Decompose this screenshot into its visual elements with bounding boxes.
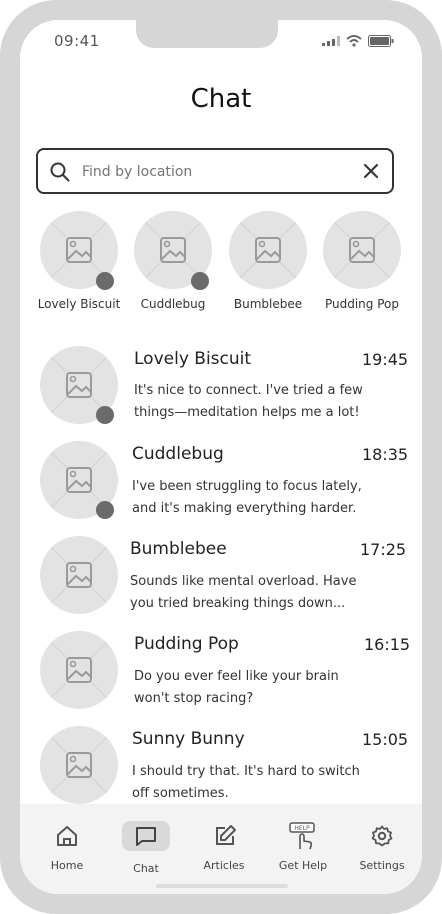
tab-chat[interactable]: Chat — [101, 804, 181, 884]
chat-time: 18:35 — [362, 445, 409, 464]
chat-preview-line: It's nice to connect. I've tried a few — [134, 383, 363, 398]
chat-time: 16:15 — [364, 635, 411, 654]
tab-get-help[interactable]: HELP Get Help — [263, 804, 343, 884]
chat-name: Lovely Biscuit — [134, 349, 252, 369]
online-indicator — [96, 501, 114, 519]
notch — [136, 20, 278, 48]
chat-avatar — [40, 631, 118, 709]
search-icon — [50, 162, 70, 182]
status-icons — [322, 35, 394, 47]
chat-name: Sunny Bunny — [132, 729, 245, 749]
chat-preview-line: Do you ever feel like your brain — [134, 669, 339, 684]
story-name: Lovely Biscuit — [37, 297, 121, 311]
chat-preview-line: I've been struggling to focus lately, — [132, 479, 362, 494]
chat-preview-line: you tried breaking things down... — [130, 596, 346, 611]
image-placeholder-icon — [40, 631, 118, 709]
online-indicator — [96, 272, 114, 290]
chat-time: 15:05 — [362, 730, 409, 749]
story-name: Pudding Pop — [324, 297, 399, 311]
close-icon[interactable] — [364, 164, 378, 178]
tab-articles[interactable]: Articles — [185, 804, 265, 884]
battery-icon — [368, 35, 394, 47]
chat-time: 17:25 — [360, 540, 407, 559]
edit-icon — [207, 822, 243, 850]
chat-icon — [122, 821, 170, 851]
screen: 09:41 Chat Find by location Lovely Biscu… — [20, 20, 422, 894]
story-name: Cuddlebug — [140, 297, 206, 311]
tab-label: Get Help — [278, 859, 328, 872]
chat-preview-line: things—meditation helps me a lot! — [134, 405, 360, 420]
tab-bar: Home Chat Articles HELP Get Help Setting… — [20, 804, 422, 894]
chat-preview-line: I should try that. It's hard to switch — [132, 764, 360, 779]
home-icon — [49, 822, 85, 850]
tab-label: Home — [50, 859, 84, 872]
image-placeholder-icon — [40, 726, 118, 804]
wifi-icon — [346, 35, 362, 47]
tab-label: Articles — [203, 859, 245, 872]
chat-avatar — [40, 726, 118, 804]
online-indicator — [96, 406, 114, 424]
status-time: 09:41 — [54, 32, 100, 50]
online-indicator — [191, 272, 209, 290]
svg-text:HELP: HELP — [294, 825, 310, 832]
chat-preview-line: and it's making everything harder. — [132, 501, 357, 516]
image-placeholder-icon — [40, 536, 118, 614]
signal-icon — [322, 36, 340, 46]
image-placeholder-icon — [323, 211, 401, 289]
chat-name: Cuddlebug — [132, 444, 224, 464]
chat-name: Bumblebee — [130, 539, 227, 559]
search-bar — [36, 148, 394, 194]
home-indicator — [156, 884, 288, 888]
image-placeholder-icon — [229, 211, 307, 289]
chat-preview-line: won't stop racing? — [134, 691, 254, 706]
chat-preview-line: Sounds like mental overload. Have — [130, 574, 357, 589]
tab-home[interactable]: Home — [27, 804, 107, 884]
page-title: Chat — [190, 84, 252, 114]
tab-label: Chat — [133, 862, 159, 875]
chat-name: Pudding Pop — [134, 634, 239, 654]
story-name: Bumblebee — [233, 297, 303, 311]
gear-icon — [364, 822, 400, 850]
search-input[interactable] — [80, 158, 354, 186]
chat-time: 19:45 — [362, 350, 409, 369]
phone-frame: 09:41 Chat Find by location Lovely Biscu… — [0, 0, 442, 914]
tab-label: Settings — [359, 859, 405, 872]
story-avatar[interactable] — [323, 211, 401, 289]
chat-avatar — [40, 536, 118, 614]
help-icon: HELP — [285, 822, 321, 850]
story-avatar[interactable] — [229, 211, 307, 289]
chat-preview-line: off sometimes. — [132, 786, 229, 801]
tab-settings[interactable]: Settings — [342, 804, 422, 884]
